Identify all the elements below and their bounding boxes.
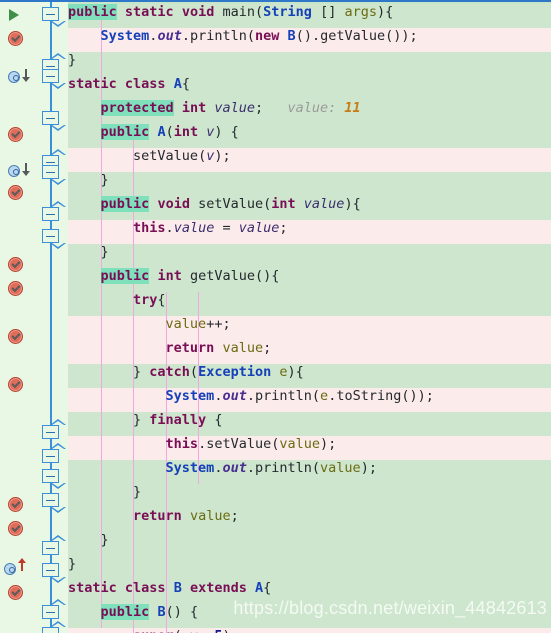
breakpoint-verified-icon[interactable] bbox=[8, 127, 23, 142]
code-line-text: public void setValue(int value){ bbox=[100, 196, 361, 212]
fold-marker-end[interactable] bbox=[42, 605, 59, 619]
fold-marker-start[interactable] bbox=[42, 563, 59, 577]
code-line-text: setValue(v); bbox=[133, 148, 231, 164]
code-line-text: return value; bbox=[165, 340, 272, 356]
fold-marker-start[interactable] bbox=[42, 111, 59, 125]
code-line-text: static class A{ bbox=[68, 76, 190, 92]
fold-marker-end[interactable] bbox=[42, 425, 59, 439]
breakpoint-verified-icon[interactable] bbox=[8, 185, 23, 200]
code-line-text: System.out.println(e.toString()); bbox=[165, 388, 434, 404]
run-arrow-icon[interactable] bbox=[9, 9, 19, 21]
fold-marker-start[interactable] bbox=[42, 165, 59, 179]
fold-cap-icon bbox=[50, 201, 66, 207]
code-line[interactable] bbox=[0, 52, 551, 76]
code-line-text: this.setValue(value); bbox=[165, 436, 337, 452]
code-line-text: public B() { bbox=[100, 604, 199, 620]
code-line-text: public A(int v) { bbox=[100, 124, 239, 140]
code-line-text: return value; bbox=[133, 508, 239, 524]
fold-cap-icon bbox=[50, 621, 66, 627]
fold-marker-end[interactable] bbox=[42, 207, 59, 221]
fold-cap-icon bbox=[50, 83, 66, 89]
code-line-text: public int getValue(){ bbox=[100, 268, 280, 284]
breakpoint-verified-icon[interactable] bbox=[8, 31, 23, 46]
code-line-text: } bbox=[68, 52, 77, 68]
code-line-text: System.out.println(new B().getValue()); bbox=[100, 28, 418, 44]
overriding-method-icon[interactable] bbox=[4, 563, 16, 575]
code-line[interactable] bbox=[0, 556, 551, 580]
fold-cap-icon bbox=[50, 443, 66, 449]
overriding-arrow-icon bbox=[18, 558, 26, 571]
fold-cap-icon bbox=[50, 535, 66, 541]
fold-cap-icon bbox=[50, 53, 66, 59]
fold-cap-icon bbox=[50, 179, 66, 185]
fold-cap-icon bbox=[50, 483, 66, 489]
fold-cap-icon bbox=[50, 149, 66, 155]
code-editor-pane[interactable]: public static void main(String [] args){… bbox=[0, 0, 551, 633]
fold-cap-icon bbox=[50, 577, 66, 583]
code-line-text: this.value = value; bbox=[133, 220, 288, 236]
code-line-text: static class B extends A{ bbox=[68, 580, 272, 596]
code-line-text: System.out.println(value); bbox=[165, 460, 377, 476]
code-line-text: } bbox=[68, 484, 142, 500]
code-line-text: } finally { bbox=[68, 412, 223, 428]
breakpoint-verified-icon[interactable] bbox=[8, 497, 23, 512]
breakpoint-verified-icon[interactable] bbox=[8, 281, 23, 296]
editor-gutter[interactable] bbox=[0, 2, 33, 633]
code-line-text: protected int value; value: 11 bbox=[100, 100, 361, 116]
code-line-text: } bbox=[68, 532, 109, 548]
breakpoint-verified-icon[interactable] bbox=[8, 521, 23, 536]
breakpoint-verified-icon[interactable] bbox=[8, 329, 23, 344]
fold-cap-icon bbox=[50, 243, 66, 249]
code-folding-gutter[interactable] bbox=[33, 2, 68, 633]
code-line-text: public static void main(String [] args){ bbox=[68, 4, 394, 20]
breakpoint-verified-icon[interactable] bbox=[8, 377, 23, 392]
overridden-method-icon[interactable] bbox=[8, 165, 20, 177]
code-line-text: } bbox=[68, 244, 109, 260]
fold-cap-icon bbox=[50, 599, 66, 605]
code-line-text: } bbox=[68, 556, 77, 572]
fold-marker-start[interactable] bbox=[42, 69, 59, 83]
fold-marker-start[interactable] bbox=[42, 7, 59, 21]
code-line-text: } catch(Exception e){ bbox=[68, 364, 304, 380]
fold-cap-icon bbox=[50, 21, 66, 27]
breakpoint-verified-icon[interactable] bbox=[8, 257, 23, 272]
implemented-by-icon[interactable] bbox=[8, 71, 20, 83]
fold-cap-icon bbox=[50, 125, 66, 131]
fold-cap-icon bbox=[50, 419, 66, 425]
fold-marker-end[interactable] bbox=[42, 627, 59, 633]
code-line-text: value++; bbox=[165, 316, 231, 332]
fold-marker-end[interactable] bbox=[42, 449, 59, 463]
fold-marker-start[interactable] bbox=[42, 493, 59, 507]
fold-cap-icon bbox=[50, 507, 66, 513]
breakpoint-verified-icon[interactable] bbox=[8, 585, 23, 600]
code-line-text: try{ bbox=[133, 292, 166, 308]
overridden-arrow-icon bbox=[22, 163, 30, 176]
code-line-text: } bbox=[68, 172, 109, 188]
fold-marker-start[interactable] bbox=[42, 469, 59, 483]
implemented-by-arrow-icon bbox=[22, 69, 30, 82]
fold-marker-start[interactable] bbox=[42, 229, 59, 243]
fold-marker-end[interactable] bbox=[42, 541, 59, 555]
code-line-text: super( v: 5); bbox=[68, 628, 239, 633]
